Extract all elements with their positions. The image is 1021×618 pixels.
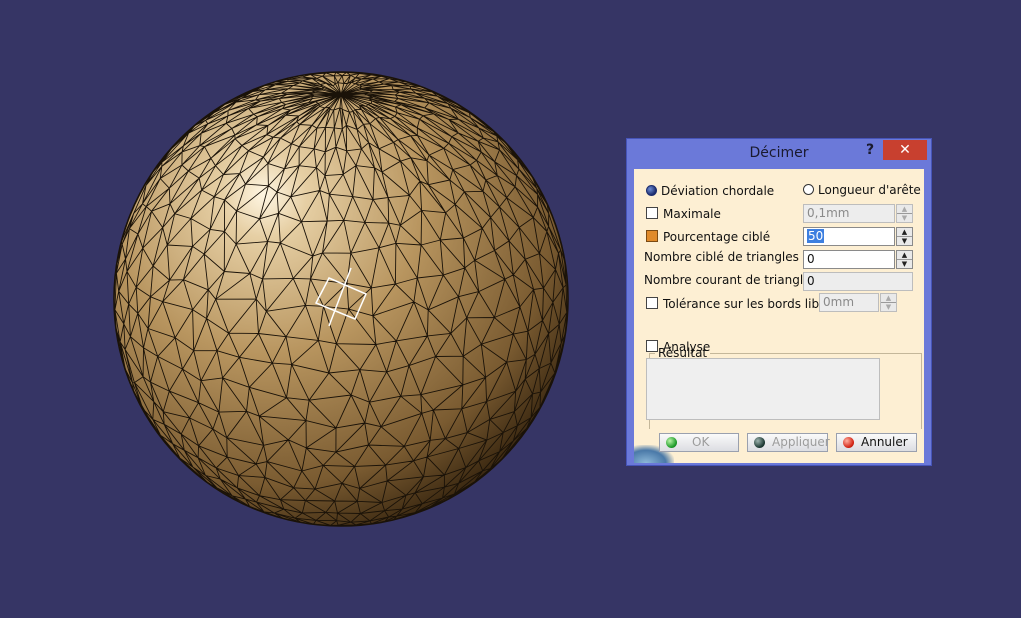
spin-down-icon[interactable]: ▼ xyxy=(897,260,912,268)
radio-edge-length[interactable]: Longueur d'arête xyxy=(803,183,921,197)
nombre-courant-label: Nombre courant de triangles : xyxy=(644,273,825,287)
checkbox-analyse[interactable]: Analyse xyxy=(646,340,710,354)
checkbox-tolerance[interactable]: Tolérance sur les bords libres xyxy=(646,297,837,311)
maximale-spinner[interactable]: ▲ ▼ xyxy=(896,204,913,223)
checkbox-maximale[interactable]: Maximale xyxy=(646,207,721,221)
radio-chordal-label: Déviation chordale xyxy=(661,184,775,198)
ok-led-icon xyxy=(666,437,677,448)
apply-button[interactable]: Appliquer xyxy=(747,433,830,452)
spin-up-icon[interactable]: ▲ xyxy=(897,205,912,214)
tolerance-checkbox[interactable] xyxy=(646,297,658,309)
checkbox-pourcentage[interactable]: Pourcentage ciblé xyxy=(646,230,770,244)
pourcentage-checkbox[interactable] xyxy=(646,230,658,242)
maximale-input[interactable]: 0,1mm xyxy=(803,204,895,223)
tolerance-spinner[interactable]: ▲ ▼ xyxy=(880,293,897,312)
help-button[interactable]: ? xyxy=(860,141,880,159)
tolerance-label: Tolérance sur les bords libres xyxy=(663,297,838,311)
spin-down-icon[interactable]: ▼ xyxy=(897,214,912,222)
analyse-label: Analyse xyxy=(663,340,711,354)
maximale-checkbox[interactable] xyxy=(646,207,658,219)
spin-up-icon[interactable]: ▲ xyxy=(881,294,896,303)
radio-edge-label: Longueur d'arête xyxy=(818,183,921,197)
analyse-checkbox[interactable] xyxy=(646,340,658,352)
dialog-body: Déviation chordale Longueur d'arête Maxi… xyxy=(634,169,924,460)
result-text-area xyxy=(646,358,880,420)
spin-up-icon[interactable]: ▲ xyxy=(897,251,912,260)
pourcentage-input[interactable]: 50 xyxy=(803,227,895,246)
pourcentage-spinner[interactable]: ▲ ▼ xyxy=(896,227,913,246)
nombre-cible-spinner[interactable]: ▲ ▼ xyxy=(896,250,913,269)
ok-button[interactable]: OK xyxy=(659,433,739,452)
spin-up-icon[interactable]: ▲ xyxy=(897,228,912,237)
cancel-button[interactable]: Annuler xyxy=(836,433,917,452)
title-bar[interactable]: Décimer ? ✕ xyxy=(627,139,931,169)
radio-edge-indicator[interactable] xyxy=(803,184,814,195)
maximale-label: Maximale xyxy=(663,207,721,221)
apply-led-icon xyxy=(754,437,765,448)
close-button[interactable]: ✕ xyxy=(883,140,927,160)
close-icon: ✕ xyxy=(899,142,911,158)
spin-down-icon[interactable]: ▼ xyxy=(897,237,912,245)
nombre-cible-input[interactable]: 0 xyxy=(803,250,895,269)
decimate-dialog: Décimer ? ✕ Déviation chordale Longueur … xyxy=(626,138,932,466)
cancel-led-icon xyxy=(843,437,854,448)
radio-chordal-indicator[interactable] xyxy=(646,185,657,196)
pourcentage-label: Pourcentage ciblé xyxy=(663,230,771,244)
nombre-courant-display: 0 xyxy=(803,272,913,291)
dialog-footer: OK Appliquer Annuler xyxy=(634,429,924,463)
cancel-label: Annuler xyxy=(861,435,908,449)
tolerance-input[interactable]: 0mm xyxy=(819,293,879,312)
spin-down-icon[interactable]: ▼ xyxy=(881,303,896,311)
ok-label: OK xyxy=(692,435,710,449)
nombre-cible-label: Nombre ciblé de triangles : xyxy=(644,250,807,264)
pourcentage-value: 50 xyxy=(807,229,825,243)
apply-label: Appliquer xyxy=(772,435,830,449)
radio-chordal[interactable]: Déviation chordale xyxy=(646,184,774,198)
